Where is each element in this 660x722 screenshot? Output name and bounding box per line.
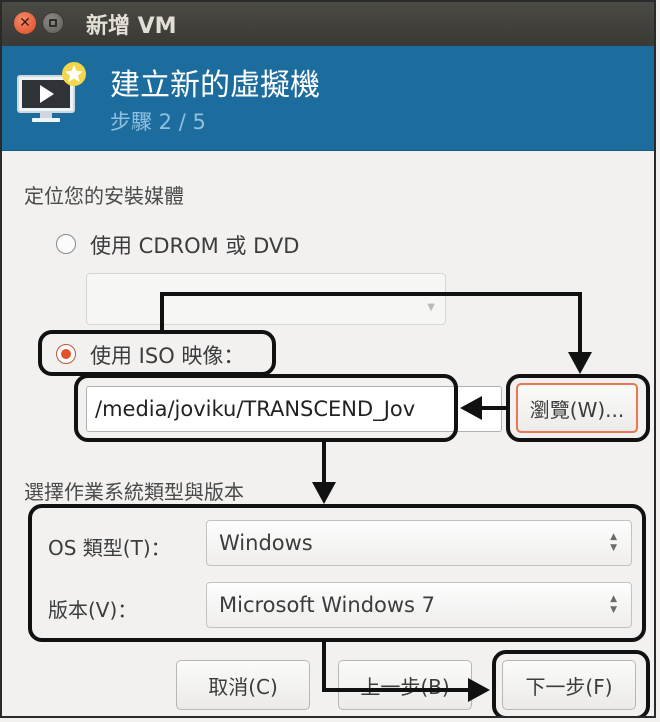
iso-path-input[interactable]: /media/joviku/TRANSCEND_Jov xyxy=(86,386,502,432)
window-title: 新增 VM xyxy=(86,14,177,39)
cdrom-radio[interactable] xyxy=(56,234,76,254)
cdrom-radio-label[interactable]: 使用 CDROM 或 DVD xyxy=(90,230,299,260)
iso-radio[interactable] xyxy=(56,344,76,364)
os-version-value: Microsoft Windows 7 xyxy=(219,593,436,617)
back-button[interactable]: 上一步(B) xyxy=(338,660,472,710)
header-banner: 建立新的虛擬機 步驟 2 / 5 xyxy=(2,46,654,151)
os-selection-label: 選擇作業系統類型與版本 xyxy=(24,480,244,504)
install-media-label: 定位您的安裝媒體 xyxy=(24,184,184,208)
star-badge-icon xyxy=(62,62,86,86)
os-type-label: OS 類型(T)： xyxy=(48,536,171,560)
step-indicator: 步驟 2 / 5 xyxy=(110,110,206,134)
cancel-button[interactable]: 取消(C) xyxy=(176,660,310,710)
os-type-value: Windows xyxy=(219,531,313,555)
dialog-window: ✕ 新增 VM 建立新的虛擬機 步驟 2 / 5 定位您的安裝媒體 使用 CDR… xyxy=(0,0,656,718)
spinner-arrows-icon: ▲ ▼ xyxy=(610,594,617,615)
close-icon[interactable]: ✕ xyxy=(14,12,36,34)
os-version-select[interactable]: Microsoft Windows 7 ▲ ▼ xyxy=(206,582,632,628)
iso-radio-label[interactable]: 使用 ISO 映像： xyxy=(90,340,244,370)
os-version-label: 版本(V)： xyxy=(48,598,138,622)
browse-button[interactable]: 瀏覽(W)... xyxy=(516,383,638,433)
dropdown-arrow-icon: ▼ xyxy=(427,302,435,313)
cdrom-device-select[interactable]: ▼ xyxy=(86,273,446,325)
spinner-arrows-icon: ▲ ▼ xyxy=(610,532,617,553)
forward-button[interactable]: 下一步(F) xyxy=(502,660,636,710)
title-bar: ✕ 新增 VM xyxy=(2,2,654,46)
minimize-icon[interactable] xyxy=(42,12,64,34)
page-title: 建立新的虛擬機 xyxy=(110,68,320,103)
os-type-select[interactable]: Windows ▲ ▼ xyxy=(206,520,632,566)
